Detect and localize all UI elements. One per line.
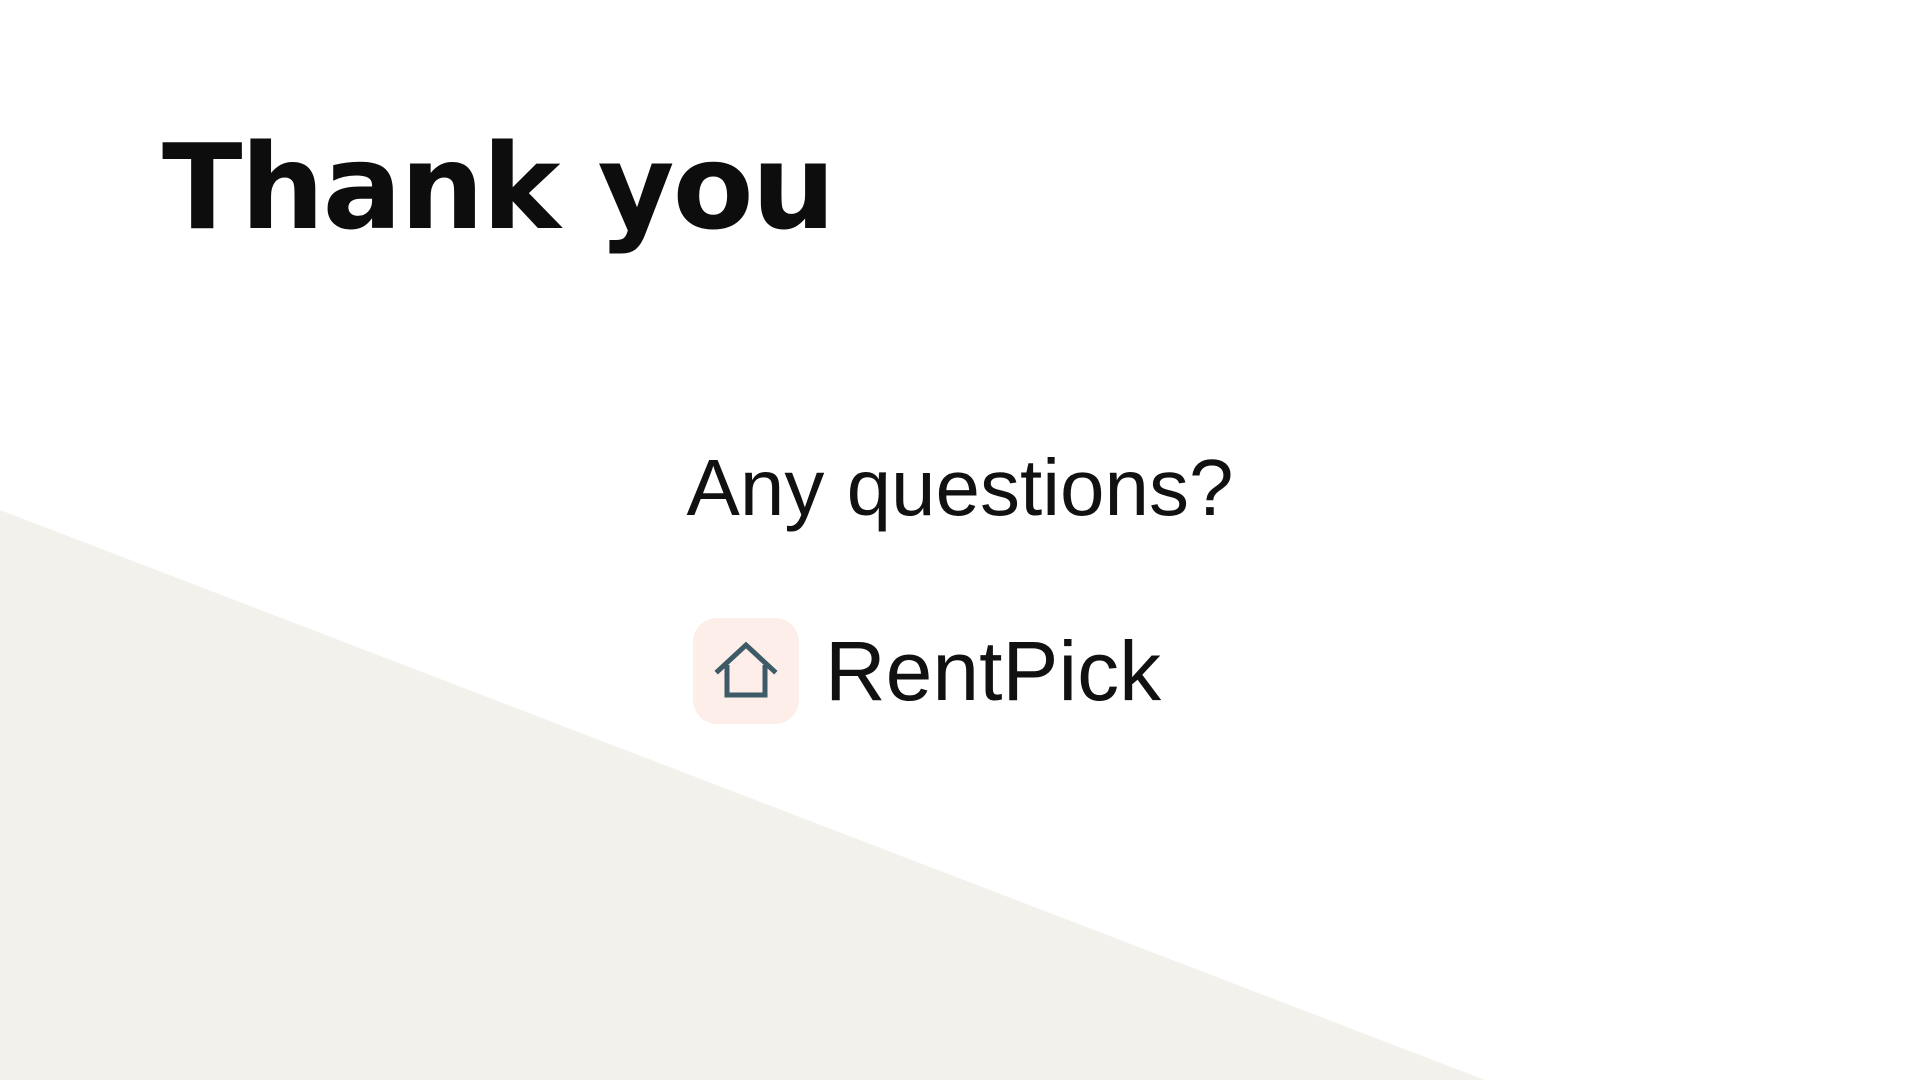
slide-title: Thank you bbox=[162, 118, 836, 256]
slide: Thank you Any questions? RentPick bbox=[0, 0, 1920, 1080]
house-icon-glyph bbox=[714, 641, 778, 698]
diagonal-shape bbox=[0, 510, 1485, 1080]
brand-name: RentPick bbox=[825, 624, 1162, 718]
brand-lockup: RentPick bbox=[693, 618, 1161, 724]
questions-prompt: Any questions? bbox=[686, 443, 1234, 532]
house-icon bbox=[693, 618, 799, 724]
